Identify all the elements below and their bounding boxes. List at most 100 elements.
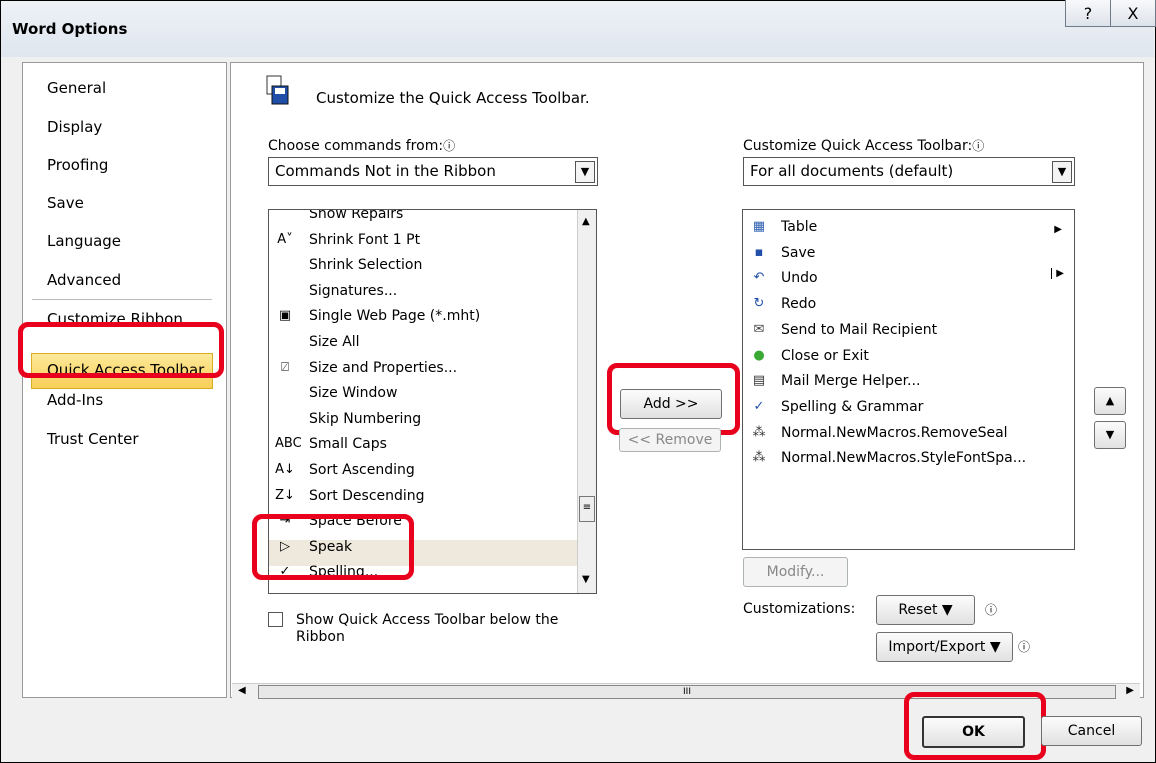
help-button[interactable]: ? — [1065, 0, 1111, 27]
show-below-ribbon-label: Show Quick Access Toolbar below the Ribb… — [296, 612, 559, 645]
toolbar-item-icon: ▦ — [752, 219, 766, 234]
command-row[interactable]: Show Repairs — [269, 209, 596, 227]
command-icon — [275, 385, 295, 403]
highlight-add — [607, 363, 740, 435]
command-row[interactable]: Shrink Selection — [269, 253, 596, 278]
command-label: Shrink Selection — [309, 257, 423, 274]
command-row[interactable]: Skip Numbering — [269, 407, 596, 432]
toolbar-item-row[interactable]: ▤ Mail Merge Helper... — [743, 369, 1074, 394]
toolbar-item-row[interactable]: ↶ Undo — [743, 266, 1074, 291]
remove-button[interactable]: << Remove — [619, 428, 721, 452]
scroll-left-icon[interactable]: ◀ — [238, 685, 246, 696]
nav-item-advanced[interactable]: Advanced — [47, 271, 121, 289]
toolbar-item-row[interactable]: ▦ Table — [743, 215, 1074, 240]
command-icon — [275, 334, 295, 352]
toolbar-item-icon: ⁂ — [752, 450, 766, 466]
command-icon — [275, 257, 295, 275]
toolbar-item-label: Close or Exit — [781, 347, 869, 364]
choose-commands-label: Choose commands from:ⓘ — [268, 138, 456, 154]
close-button[interactable]: X — [1110, 0, 1156, 27]
scroll-right-icon[interactable]: ▶ — [1126, 685, 1134, 696]
title-bar — [1, 1, 1154, 57]
info-icon: ⓘ — [1018, 640, 1031, 654]
toolbar-item-row[interactable]: ▪ Save — [743, 241, 1074, 266]
toolbar-item-label: Save — [781, 244, 816, 261]
toolbar-item-icon: ● — [753, 347, 765, 363]
toolbar-item-icon: ▤ — [752, 373, 766, 389]
cancel-button[interactable]: Cancel — [1041, 716, 1142, 746]
info-icon: ⓘ — [985, 603, 998, 617]
toolbar-item-icon: ✉ — [753, 321, 765, 337]
command-label: Show Repairs — [309, 209, 404, 222]
toolbar-item-icon: ↶ — [753, 270, 765, 286]
command-label: Shrink Font 1 Pt — [309, 231, 421, 248]
choose-commands-dropdown[interactable]: Commands Not in the Ribbon ▼ — [268, 157, 598, 186]
chevron-down-icon[interactable]: ▼ — [575, 161, 595, 183]
toolbar-item-icon: ↻ — [753, 296, 765, 312]
nav-item-trust-center[interactable]: Trust Center — [47, 430, 139, 448]
scroll-up-icon[interactable]: ▲ — [582, 216, 590, 227]
arrow-up-icon: ▲ — [1105, 394, 1115, 407]
command-row[interactable]: A↓ Sort Ascending — [269, 458, 596, 483]
toolbar-item-row[interactable]: ✓ Spelling & Grammar — [743, 395, 1074, 420]
toolbar-item-label: Send to Mail Recipient — [781, 321, 938, 338]
nav-item-save[interactable]: Save — [47, 194, 84, 212]
show-below-ribbon-checkbox[interactable] — [268, 612, 283, 627]
command-icon: ABC — [275, 436, 302, 452]
command-label: Single Web Page (*.mht) — [309, 308, 481, 325]
scroll-thumb[interactable]: ≡ — [579, 496, 595, 522]
move-down-button[interactable]: ▼ — [1094, 421, 1126, 449]
window-title: Word Options — [12, 20, 128, 38]
move-up-button[interactable]: ▲ — [1094, 387, 1126, 415]
customizations-label: Customizations: — [743, 601, 856, 617]
command-label: Sort Descending — [309, 487, 425, 504]
highlight-ok — [904, 692, 1046, 760]
command-label: Size All — [309, 334, 360, 350]
toolbar-item-row[interactable]: ↻ Redo — [743, 292, 1074, 317]
command-icon — [275, 411, 295, 429]
toolbar-item-label: Undo — [781, 270, 818, 287]
command-label: Sort Ascending — [309, 462, 415, 478]
toolbar-item-label: Mail Merge Helper... — [781, 373, 921, 390]
command-row[interactable]: Size Window — [269, 381, 596, 406]
nav-item-add-ins[interactable]: Add-Ins — [47, 391, 103, 409]
nav-item-general[interactable]: General — [47, 79, 106, 97]
nav-item-language[interactable]: Language — [47, 232, 121, 250]
command-icon: ▣ — [278, 308, 292, 324]
command-row[interactable]: ▣ Single Web Page (*.mht) — [269, 304, 596, 329]
customize-toolbar-dropdown[interactable]: For all documents (default) ▼ — [743, 157, 1075, 186]
command-label: Signatures... — [309, 282, 398, 299]
command-label: Small Caps — [309, 436, 387, 453]
toolbar-item-row[interactable]: ✉ Send to Mail Recipient — [743, 318, 1074, 343]
nav-item-proofing[interactable]: Proofing — [47, 156, 108, 174]
command-row[interactable]: ⍁ Size and Properties... — [269, 356, 596, 381]
import-export-button[interactable]: Import/Export ▼ — [876, 632, 1013, 662]
toolbar-item-icon: ✓ — [753, 398, 765, 414]
highlight-speak — [252, 514, 414, 580]
commands-list-scrollbar[interactable]: ▲ ≡ ▼ — [577, 210, 596, 593]
toolbar-item-row[interactable]: ⁂ Normal.NewMacros.StyleFontSpa... — [743, 446, 1074, 471]
help-icon: ? — [1083, 3, 1093, 23]
toolbar-item-row[interactable]: ⁂ Normal.NewMacros.RemoveSeal — [743, 421, 1074, 446]
chevron-down-icon[interactable]: ▼ — [1052, 161, 1072, 183]
toolbar-item-label: Normal.NewMacros.StyleFontSpa... — [781, 450, 1027, 467]
reset-button[interactable]: Reset ▼ — [876, 595, 975, 625]
page-heading: Customize the Quick Access Toolbar. — [316, 89, 590, 107]
command-row[interactable]: Size All — [269, 330, 596, 355]
toolbar-items-list[interactable]: ▶ ▶ ▦ Table ▪ Save ↶ Undo ↻ Redo ✉ Send to Mail R… — [742, 209, 1075, 550]
command-row[interactable]: ABC Small Caps — [269, 432, 596, 457]
command-row[interactable]: Z↓ Sort Descending — [269, 484, 596, 509]
command-row[interactable]: A˅ Shrink Font 1 Pt — [269, 228, 596, 253]
nav-item-display[interactable]: Display — [47, 118, 102, 136]
command-icon — [275, 283, 295, 301]
command-icon — [275, 210, 295, 224]
modify-button[interactable]: Modify... — [743, 557, 848, 587]
arrow-down-icon: ▼ — [1105, 428, 1115, 441]
scroll-down-icon[interactable]: ▼ — [582, 574, 590, 585]
customize-toolbar-label: Customize Quick Access Toolbar:ⓘ — [743, 138, 985, 154]
highlight-nav-qat — [18, 322, 224, 378]
toolbar-item-row[interactable]: ● Close or Exit — [743, 344, 1074, 369]
command-icon: Z↓ — [275, 487, 295, 503]
nav-divider — [32, 299, 212, 300]
command-row[interactable]: Signatures... — [269, 279, 596, 304]
